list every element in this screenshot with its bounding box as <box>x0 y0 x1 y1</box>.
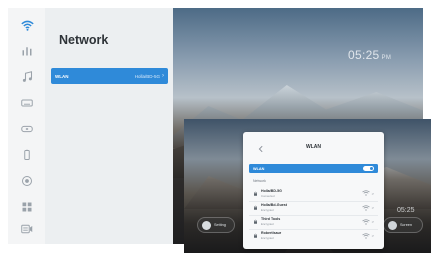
network-name: Holla/Bd-Guest <box>261 203 287 207</box>
wlan-toggle-switch[interactable] <box>363 166 374 171</box>
network-section-label: Network <box>253 179 266 183</box>
network-settings-panel: Network WLAN Holla/BD-5G › <box>45 8 173 244</box>
network-status: Encrypted <box>261 222 274 226</box>
setting-pill-label: Setting <box>214 223 226 227</box>
setting-pill-button[interactable]: Setting <box>197 217 235 233</box>
network-status: Encrypted <box>261 208 274 212</box>
equalizer-icon[interactable] <box>20 44 34 58</box>
setting-circle-icon <box>202 220 211 230</box>
wifi-icon[interactable] <box>20 18 34 32</box>
page-title: Network <box>59 33 109 47</box>
chevron-right-icon: > <box>371 219 374 224</box>
mini-clock: 05:25 <box>397 207 415 214</box>
wlan-toggle-label: WLAN <box>253 166 265 171</box>
lock-icon <box>254 219 257 224</box>
grid-apps-icon[interactable] <box>20 200 34 214</box>
screen-pill-button[interactable]: Screen <box>383 217 423 233</box>
network-name: Robertlsaur <box>261 231 282 235</box>
video-menu-icon[interactable] <box>20 222 34 236</box>
lock-icon <box>254 233 257 238</box>
wlan-toggle-row[interactable]: WLAN <box>249 164 378 173</box>
wlan-row-value: Holla/BD-5G <box>134 73 160 79</box>
lock-icon <box>254 205 257 210</box>
chevron-right-icon: > <box>371 205 374 210</box>
chevron-right-icon: › <box>162 73 164 79</box>
network-list-item[interactable]: Third Tools Encrypted > <box>249 215 378 227</box>
chevron-right-icon: > <box>371 190 374 196</box>
target-icon[interactable] <box>20 174 34 188</box>
wlan-dialog: WLAN WLAN Network Holla/BD-5G Connected … <box>243 132 384 249</box>
clock-time: 05:25 <box>348 48 380 62</box>
network-name: Third Tools <box>261 217 281 221</box>
music-note-icon[interactable] <box>20 70 34 84</box>
network-list-item[interactable]: Holla/BD-5G Connected > <box>249 187 378 199</box>
wlan-row-label: WLAN <box>55 73 69 79</box>
wifi-signal-icon <box>361 232 370 239</box>
wifi-signal-icon <box>361 218 370 225</box>
wlan-setting-row[interactable]: WLAN Holla/BD-5G › <box>51 68 168 84</box>
screen-pill-label: Screen <box>400 223 413 227</box>
dialog-title: WLAN <box>306 144 321 150</box>
stage: 05:25 PM Network WLAN Holla/BD-5G › Sett… <box>0 0 435 262</box>
network-status: Connected <box>261 193 275 198</box>
wifi-signal-icon <box>361 204 370 211</box>
chevron-right-icon: > <box>371 233 374 238</box>
battery-icon[interactable] <box>20 148 34 162</box>
settings-sidebar <box>8 8 45 244</box>
keyboard-icon[interactable] <box>20 96 34 110</box>
vr-headset-icon[interactable] <box>20 122 34 136</box>
lock-icon <box>254 191 257 196</box>
check-icon <box>388 220 397 230</box>
clock-ampm: PM <box>381 55 392 61</box>
network-list-item[interactable]: Holla/Bd-Guest Encrypted > <box>249 201 378 213</box>
network-list-item[interactable]: Robertlsaur Encrypted > <box>249 229 378 241</box>
wifi-signal-icon <box>361 190 370 196</box>
network-status: Encrypted <box>261 236 274 240</box>
status-clock: 05:25 PM <box>348 48 391 62</box>
network-name: Holla/BD-5G <box>261 188 282 193</box>
